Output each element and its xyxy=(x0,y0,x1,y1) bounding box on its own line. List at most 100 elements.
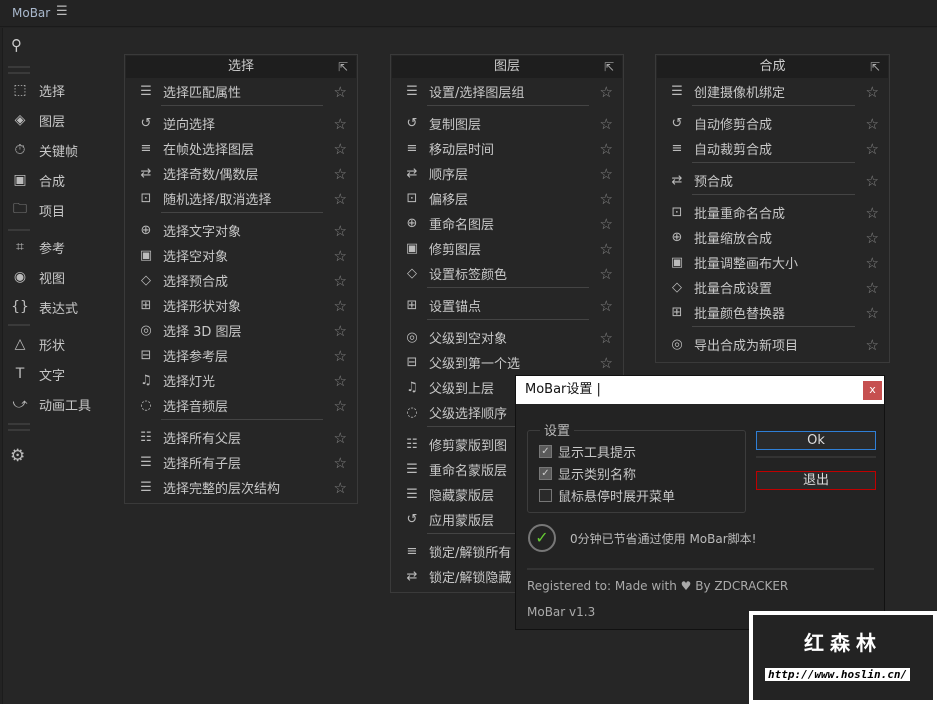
favorite-star-icon[interactable]: ☆ xyxy=(334,322,347,340)
menu-item[interactable]: ⊡ 偏移层 ☆ xyxy=(391,186,623,211)
menu-item[interactable]: ⊕ 批量缩放合成 ☆ xyxy=(656,225,889,250)
settings-gear-icon[interactable]: ⚙ xyxy=(10,446,25,466)
menu-item[interactable]: ◌ 选择音频层 ☆ xyxy=(125,393,357,418)
favorite-star-icon[interactable]: ☆ xyxy=(600,83,613,101)
checkbox-show-tooltips[interactable]: ✓ 显示工具提示 xyxy=(539,442,636,461)
menu-item[interactable]: ⇄ 顺序层 ☆ xyxy=(391,161,623,186)
checkbox-checked-icon[interactable]: ✓ xyxy=(539,467,552,480)
popout-icon[interactable]: ⇱ xyxy=(870,56,880,78)
menu-item[interactable]: ⊕ 重命名图层 ☆ xyxy=(391,211,623,236)
favorite-star-icon[interactable]: ☆ xyxy=(334,429,347,447)
favorite-star-icon[interactable]: ☆ xyxy=(334,479,347,497)
menu-item[interactable]: ☷ 选择所有父层 ☆ xyxy=(125,425,357,450)
menu-item[interactable]: ⊞ 选择形状对象 ☆ xyxy=(125,293,357,318)
favorite-star-icon[interactable]: ☆ xyxy=(600,297,613,315)
menu-item[interactable]: ◎ 导出合成为新项目 ☆ xyxy=(656,332,889,357)
sidebar-item[interactable]: ▣ 合成 xyxy=(10,168,65,192)
menu-item[interactable]: ☰ 选择匹配属性 ☆ xyxy=(125,79,357,104)
favorite-star-icon[interactable]: ☆ xyxy=(866,304,879,322)
menu-item[interactable]: ≡ 在帧处选择图层 ☆ xyxy=(125,136,357,161)
popout-icon[interactable]: ⇱ xyxy=(604,56,614,78)
menu-item[interactable]: ◎ 父级到空对象 ☆ xyxy=(391,325,623,350)
menu-item[interactable]: ▣ 选择空对象 ☆ xyxy=(125,243,357,268)
sidebar-item[interactable]: ⌗ 参考 xyxy=(10,235,65,259)
menu-item[interactable]: ◇ 选择预合成 ☆ xyxy=(125,268,357,293)
checkbox-checked-icon[interactable]: ✓ xyxy=(539,445,552,458)
menu-item[interactable]: ☰ 选择完整的层次结构 ☆ xyxy=(125,475,357,500)
favorite-star-icon[interactable]: ☆ xyxy=(600,354,613,372)
menu-item[interactable]: ⊡ 随机选择/取消选择 ☆ xyxy=(125,186,357,211)
hamburger-menu-icon[interactable]: ☰ xyxy=(56,4,68,19)
favorite-star-icon[interactable]: ☆ xyxy=(334,454,347,472)
ok-button[interactable]: Ok xyxy=(756,431,876,450)
favorite-star-icon[interactable]: ☆ xyxy=(334,347,347,365)
favorite-star-icon[interactable]: ☆ xyxy=(600,240,613,258)
menu-item[interactable]: ♫ 选择灯光 ☆ xyxy=(125,368,357,393)
menu-item[interactable]: ⊞ 设置锚点 ☆ xyxy=(391,293,623,318)
favorite-star-icon[interactable]: ☆ xyxy=(866,229,879,247)
menu-item[interactable]: ☰ 选择所有子层 ☆ xyxy=(125,450,357,475)
sidebar-item[interactable]: ◉ 视图 xyxy=(10,265,65,289)
favorite-star-icon[interactable]: ☆ xyxy=(334,397,347,415)
sidebar-item[interactable]: ⬚ 选择 xyxy=(10,78,65,102)
favorite-star-icon[interactable]: ☆ xyxy=(600,115,613,133)
sidebar-item[interactable]: 🗀 项目 xyxy=(10,198,65,222)
favorite-star-icon[interactable]: ☆ xyxy=(600,265,613,283)
sidebar-item[interactable]: ⤻ 动画工具 xyxy=(10,392,92,416)
menu-item[interactable]: ≡ 自动裁剪合成 ☆ xyxy=(656,136,889,161)
menu-item[interactable]: ⊡ 批量重命名合成 ☆ xyxy=(656,200,889,225)
menu-item[interactable]: ☰ 创建摄像机绑定 ☆ xyxy=(656,79,889,104)
menu-item[interactable]: ↺ 复制图层 ☆ xyxy=(391,111,623,136)
favorite-star-icon[interactable]: ☆ xyxy=(866,254,879,272)
sidebar-item[interactable]: △ 形状 xyxy=(10,332,65,356)
favorite-star-icon[interactable]: ☆ xyxy=(334,272,347,290)
favorite-star-icon[interactable]: ☆ xyxy=(866,115,879,133)
favorite-star-icon[interactable]: ☆ xyxy=(334,140,347,158)
menu-item[interactable]: ☰ 设置/选择图层组 ☆ xyxy=(391,79,623,104)
favorite-star-icon[interactable]: ☆ xyxy=(866,279,879,297)
popout-icon[interactable]: ⇱ xyxy=(338,56,348,78)
menu-item[interactable]: ◎ 选择 3D 图层 ☆ xyxy=(125,318,357,343)
favorite-star-icon[interactable]: ☆ xyxy=(334,372,347,390)
favorite-star-icon[interactable]: ☆ xyxy=(334,190,347,208)
menu-item[interactable]: ↺ 逆向选择 ☆ xyxy=(125,111,357,136)
favorite-star-icon[interactable]: ☆ xyxy=(334,165,347,183)
favorite-star-icon[interactable]: ☆ xyxy=(600,190,613,208)
favorite-star-icon[interactable]: ☆ xyxy=(866,204,879,222)
favorite-star-icon[interactable]: ☆ xyxy=(334,222,347,240)
menu-item[interactable]: ↺ 自动修剪合成 ☆ xyxy=(656,111,889,136)
favorite-star-icon[interactable]: ☆ xyxy=(600,215,613,233)
favorite-star-icon[interactable]: ☆ xyxy=(866,83,879,101)
checkbox-hover-expand[interactable]: 鼠标悬停时展开菜单 xyxy=(539,486,675,505)
favorite-star-icon[interactable]: ☆ xyxy=(866,140,879,158)
favorite-star-icon[interactable]: ☆ xyxy=(600,165,613,183)
menu-item[interactable]: ⇄ 选择奇数/偶数层 ☆ xyxy=(125,161,357,186)
favorite-star-icon[interactable]: ☆ xyxy=(866,172,879,190)
checkbox-unchecked-icon[interactable] xyxy=(539,489,552,502)
favorite-star-icon[interactable]: ☆ xyxy=(334,297,347,315)
favorite-star-icon[interactable]: ☆ xyxy=(334,247,347,265)
favorite-star-icon[interactable]: ☆ xyxy=(600,140,613,158)
menu-item[interactable]: ◇ 批量合成设置 ☆ xyxy=(656,275,889,300)
sidebar-item[interactable]: ◈ 图层 xyxy=(10,108,65,132)
menu-item[interactable]: ◇ 设置标签颜色 ☆ xyxy=(391,261,623,286)
sidebar-item[interactable]: T 文字 xyxy=(10,362,65,386)
favorite-star-icon[interactable]: ☆ xyxy=(334,115,347,133)
sidebar-item[interactable]: {} 表达式 xyxy=(10,295,78,319)
menu-item[interactable]: ⇄ 预合成 ☆ xyxy=(656,168,889,193)
exit-button[interactable]: 退出 xyxy=(756,471,876,490)
close-button[interactable]: x xyxy=(863,381,882,400)
menu-item[interactable]: ▣ 修剪图层 ☆ xyxy=(391,236,623,261)
favorite-star-icon[interactable]: ☆ xyxy=(600,329,613,347)
menu-item[interactable]: ⊟ 父级到第一个选 ☆ xyxy=(391,350,623,375)
menu-item[interactable]: ⊞ 批量颜色替换器 ☆ xyxy=(656,300,889,325)
menu-item[interactable]: ⊕ 选择文字对象 ☆ xyxy=(125,218,357,243)
favorite-star-icon[interactable]: ☆ xyxy=(866,336,879,354)
menu-item[interactable]: ≡ 移动层时间 ☆ xyxy=(391,136,623,161)
search-icon[interactable]: ⚲ xyxy=(11,36,22,54)
favorite-star-icon[interactable]: ☆ xyxy=(334,83,347,101)
checkbox-show-category-names[interactable]: ✓ 显示类别名称 xyxy=(539,464,636,483)
menu-item[interactable]: ▣ 批量调整画布大小 ☆ xyxy=(656,250,889,275)
sidebar-item[interactable]: ⏱ 关键帧 xyxy=(10,138,78,162)
menu-item[interactable]: ⊟ 选择参考层 ☆ xyxy=(125,343,357,368)
